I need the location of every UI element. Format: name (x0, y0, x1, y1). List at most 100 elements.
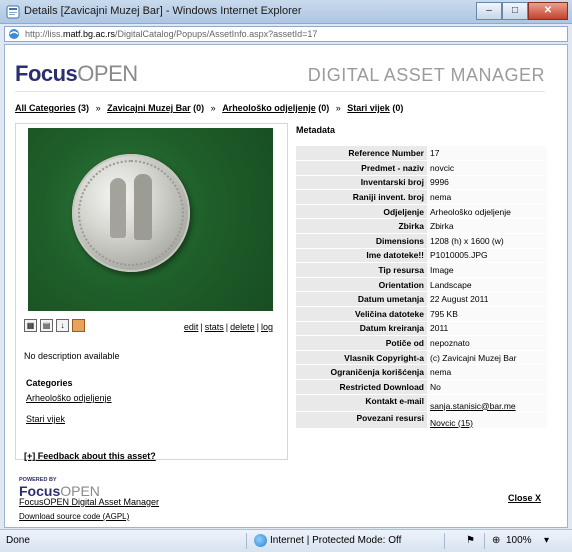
metadata-value: Landscape (427, 277, 547, 293)
breadcrumb-count: (0) (392, 103, 404, 113)
window-titlebar: Details [Zavicajni Muzej Bar] - Windows … (0, 0, 572, 24)
feedback-link[interactable]: [+] Feedback about this asset? (24, 451, 156, 461)
metadata-value: Zbirka (427, 218, 547, 235)
related-assets-link[interactable]: Novcic (15) (430, 418, 473, 428)
delete-link[interactable]: delete (230, 322, 255, 332)
action-separator: | (256, 322, 259, 332)
log-link[interactable]: log (261, 322, 273, 332)
metadata-row: Inventarski broj 9996 (296, 175, 547, 191)
metadata-value: Arheološko odjeljenje (427, 204, 547, 220)
lightbox-icon[interactable] (72, 319, 85, 332)
edit-link[interactable]: edit (184, 322, 199, 332)
metadata-key: Datum kreiranja (296, 321, 427, 337)
metadata-value: No (427, 379, 547, 395)
url-text: http://liss.matf.bg.ac.rs/DigitalCatalog… (25, 29, 317, 39)
metadata-row: Tip resursa Image (296, 262, 547, 278)
url-path: /DigitalCatalog/Popups/AssetInfo.aspx?as… (115, 29, 318, 39)
categories-heading: Categories (26, 378, 73, 388)
metadata-key: Vlasnik Copyright-a (296, 350, 427, 366)
address-bar[interactable]: http://liss.matf.bg.ac.rs/DigitalCatalog… (4, 26, 568, 42)
asset-preview-panel: ▦ ▤ ↓ edit | stats | delete | log No descripti… (15, 123, 288, 461)
metadata-key: Tip resursa (296, 262, 427, 278)
metadata-value: sanja.stanisic@bar.me (427, 394, 547, 412)
close-window-button[interactable]: ✕ (528, 2, 568, 20)
metadata-key: Zbirka (296, 218, 427, 235)
metadata-value: Novcic (15) (427, 411, 547, 429)
metadata-row: Potiče od nepoznato (296, 335, 547, 351)
logo-focus: Focus (15, 61, 78, 86)
coin-rim (78, 160, 184, 266)
zoom-level[interactable]: 100% (506, 535, 532, 546)
metadata-value: nema (427, 189, 547, 205)
globe-icon (254, 534, 267, 547)
metadata-row: Raniji invent. broj nema (296, 189, 547, 205)
metadata-value: 1208 (h) x 1600 (w) (427, 233, 547, 249)
metadata-row: Ograničenja korišćenja nema (296, 364, 547, 380)
zoom-icon[interactable]: ⊕ (492, 535, 500, 546)
security-zone[interactable]: Internet | Protected Mode: Off (270, 535, 401, 546)
metadata-row: Restricted Download No (296, 379, 547, 395)
url-host: matf.bg.ac.rs (63, 29, 116, 39)
metadata-key: Raniji invent. broj (296, 189, 427, 205)
download-source-link[interactable]: Download source code (AGPL) (19, 512, 129, 521)
page-icon (9, 29, 19, 39)
breadcrumb-link-stari-vijek[interactable]: Stari vijek (347, 103, 390, 113)
coin-image (72, 154, 190, 272)
metadata-key: Povezani resursi (296, 411, 427, 429)
asset-actions: edit | stats | delete | log (184, 322, 273, 332)
breadcrumb-count: (0) (318, 103, 330, 113)
status-bar: Done Internet | Protected Mode: Off ⚑ ⊕ … (0, 529, 572, 552)
window-controls: – □ ✕ (476, 2, 568, 20)
category-link-stari-vijek[interactable]: Stari vijek (26, 414, 65, 424)
metadata-key: Datum umetanja (296, 291, 427, 308)
breadcrumb-link-arheolosko-odjeljenje[interactable]: Arheološko odjeljenje (222, 103, 316, 113)
metadata-value: Image (427, 262, 547, 278)
focusopen-app-link[interactable]: FocusOPEN Digital Asset Manager (19, 497, 159, 507)
metadata-key: Dimensions (296, 233, 427, 249)
grid-view-icon[interactable]: ▦ (24, 319, 37, 332)
coin-figure-left (110, 178, 126, 238)
metadata-key: Veličina datoteke (296, 306, 427, 322)
status-separator (444, 533, 445, 549)
metadata-row: Zbirka Zbirka (296, 218, 547, 235)
breadcrumb-separator: » (95, 103, 101, 113)
metadata-row: Veličina datoteke 795 KB (296, 306, 547, 322)
metadata-row: Predmet - naziv novcic (296, 160, 547, 176)
action-separator: | (225, 322, 229, 332)
minimize-button[interactable]: – (476, 2, 502, 20)
metadata-row: Povezani resursi Novcic (15) (296, 411, 547, 429)
metadata-key: Ime datoteke!! (296, 248, 427, 264)
ie-icon (6, 5, 20, 19)
breadcrumb: All Categories (3) » Zavicajni Muzej Bar… (15, 103, 403, 113)
status-separator (484, 533, 485, 549)
breadcrumb-link-all-categories[interactable]: All Categories (15, 103, 76, 113)
logo-open: OPEN (77, 61, 138, 86)
metadata-row: Datum kreiranja 2011 (296, 321, 547, 337)
stats-link[interactable]: stats (205, 322, 224, 332)
close-popup-link[interactable]: Close X (508, 493, 541, 503)
action-separator: | (200, 322, 203, 332)
metadata-row: Vlasnik Copyright-a (c) Zavicajni Muzej B… (296, 350, 547, 366)
detail-view-icon[interactable]: ▤ (40, 319, 53, 332)
metadata-row: Dimensions 1208 (h) x 1600 (w) (296, 233, 547, 249)
breadcrumb-link-zavicajni-muzej-bar[interactable]: Zavicajni Muzej Bar (107, 103, 191, 113)
coin-figure-right (134, 174, 152, 240)
metadata-key: Restricted Download (296, 379, 427, 395)
app-subtitle: DIGITAL ASSET MANAGER (307, 65, 545, 85)
maximize-button[interactable]: □ (502, 2, 528, 20)
metadata-value: 22 August 2011 (427, 291, 547, 308)
category-link-arheolosko-odjeljenje[interactable]: Arheološko odjeljenje (26, 393, 112, 403)
download-icon[interactable]: ↓ (56, 319, 69, 332)
metadata-rows: Reference Number 17 Predmet - naziv novcic I… (296, 146, 547, 429)
asset-toolbar: ▦ ▤ ↓ (24, 319, 85, 332)
privacy-icon[interactable]: ⚑ (466, 535, 475, 546)
chevron-down-icon[interactable]: ▾ (544, 535, 549, 546)
url-prefix: http://liss. (25, 29, 64, 39)
metadata-value: 795 KB (427, 306, 547, 322)
breadcrumb-separator: » (335, 103, 341, 113)
contact-email-link[interactable]: sanja.stanisic@bar.me (430, 401, 516, 411)
metadata-value: P1010005.JPG (427, 248, 547, 264)
asset-image[interactable] (28, 128, 273, 311)
breadcrumb-count: (0) (193, 103, 205, 113)
metadata-row: Reference Number 17 (296, 146, 547, 162)
